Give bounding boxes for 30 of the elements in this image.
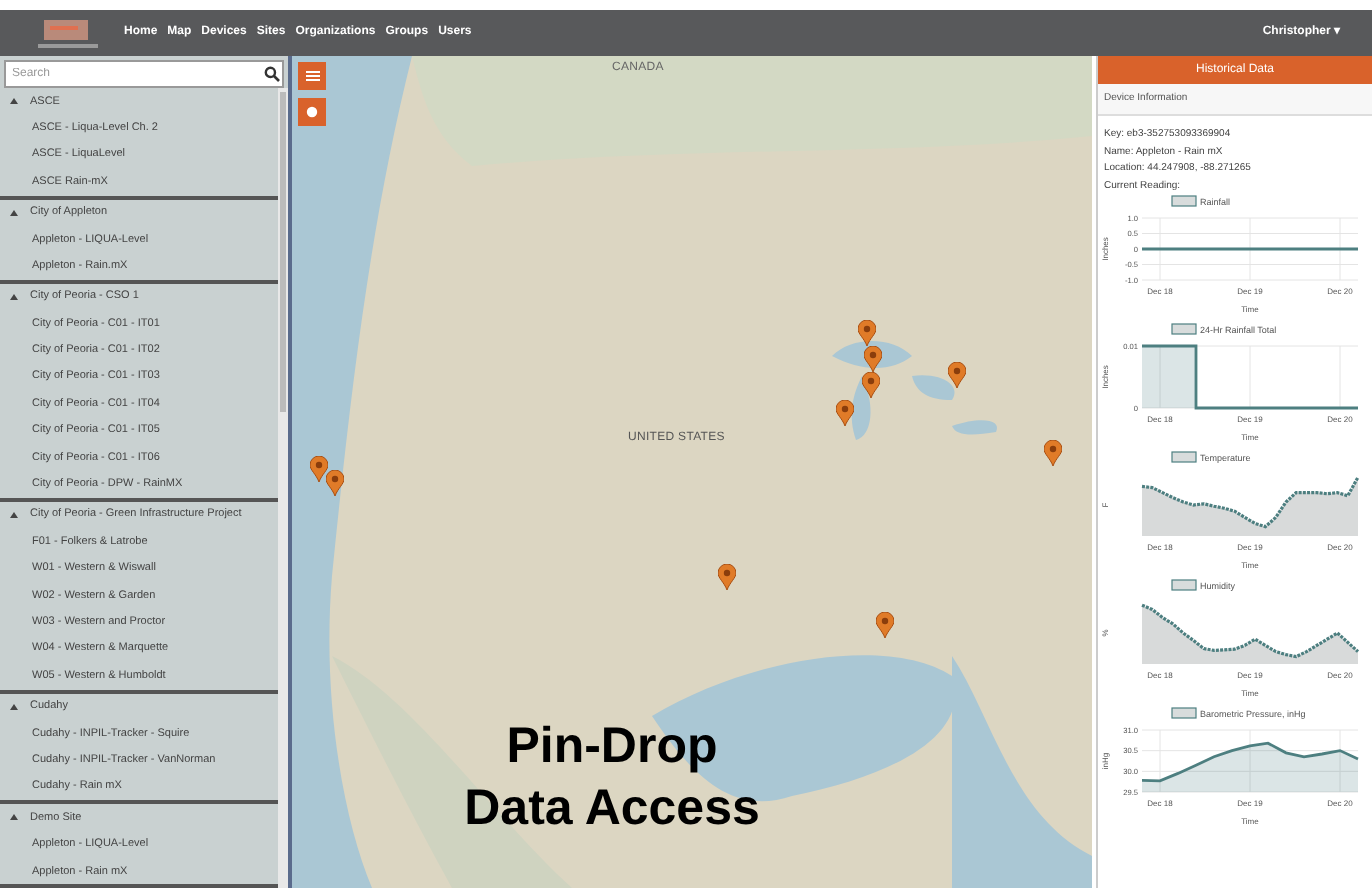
map-pin-icon[interactable] bbox=[310, 456, 328, 482]
map-pin-icon[interactable] bbox=[858, 320, 876, 346]
caret-icon bbox=[10, 512, 18, 519]
caret-icon bbox=[10, 293, 18, 300]
list-button[interactable] bbox=[298, 62, 326, 90]
scrollbar[interactable] bbox=[278, 88, 288, 888]
map-pin-icon[interactable] bbox=[948, 362, 966, 388]
legend-swatch bbox=[1171, 323, 1197, 335]
caret-icon bbox=[10, 814, 18, 821]
map-pin-icon[interactable] bbox=[836, 400, 854, 426]
map-pin-icon[interactable] bbox=[718, 564, 736, 590]
map-pin-icon[interactable] bbox=[876, 612, 894, 638]
legend-swatch bbox=[1171, 451, 1197, 463]
map-pin-icon[interactable] bbox=[326, 470, 344, 496]
legend-swatch bbox=[1171, 579, 1197, 591]
caret-icon bbox=[10, 98, 18, 105]
map-pin-icon[interactable] bbox=[862, 372, 880, 398]
search-icon[interactable] bbox=[264, 66, 280, 82]
legend-swatch bbox=[1171, 707, 1197, 719]
caption-text: Pin-Drop bbox=[506, 716, 718, 778]
location-button[interactable] bbox=[298, 98, 326, 126]
menu-icon bbox=[305, 70, 319, 82]
caption-text: Data Access bbox=[464, 778, 760, 840]
map-pin-icon[interactable] bbox=[864, 346, 882, 372]
caret-icon bbox=[10, 703, 18, 710]
map-pin-icon[interactable] bbox=[1044, 440, 1062, 466]
legend-swatch bbox=[1171, 195, 1197, 207]
circle-icon bbox=[306, 106, 318, 118]
logo-icon[interactable] bbox=[32, 15, 104, 51]
caret-icon bbox=[10, 209, 18, 216]
